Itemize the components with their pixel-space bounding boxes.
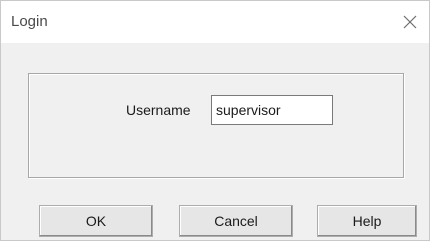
ok-button[interactable]: OK — [39, 205, 153, 237]
login-dialog: Login Username OK Cancel Help — [0, 0, 430, 241]
help-button[interactable]: Help — [317, 205, 417, 237]
username-label: Username — [126, 102, 191, 118]
username-input[interactable] — [211, 95, 333, 125]
dialog-title: Login — [11, 13, 48, 30]
cancel-button[interactable]: Cancel — [179, 205, 293, 237]
credentials-group — [28, 73, 404, 178]
close-icon — [403, 15, 417, 29]
title-bar: Login — [1, 1, 429, 43]
close-button[interactable] — [397, 9, 423, 35]
